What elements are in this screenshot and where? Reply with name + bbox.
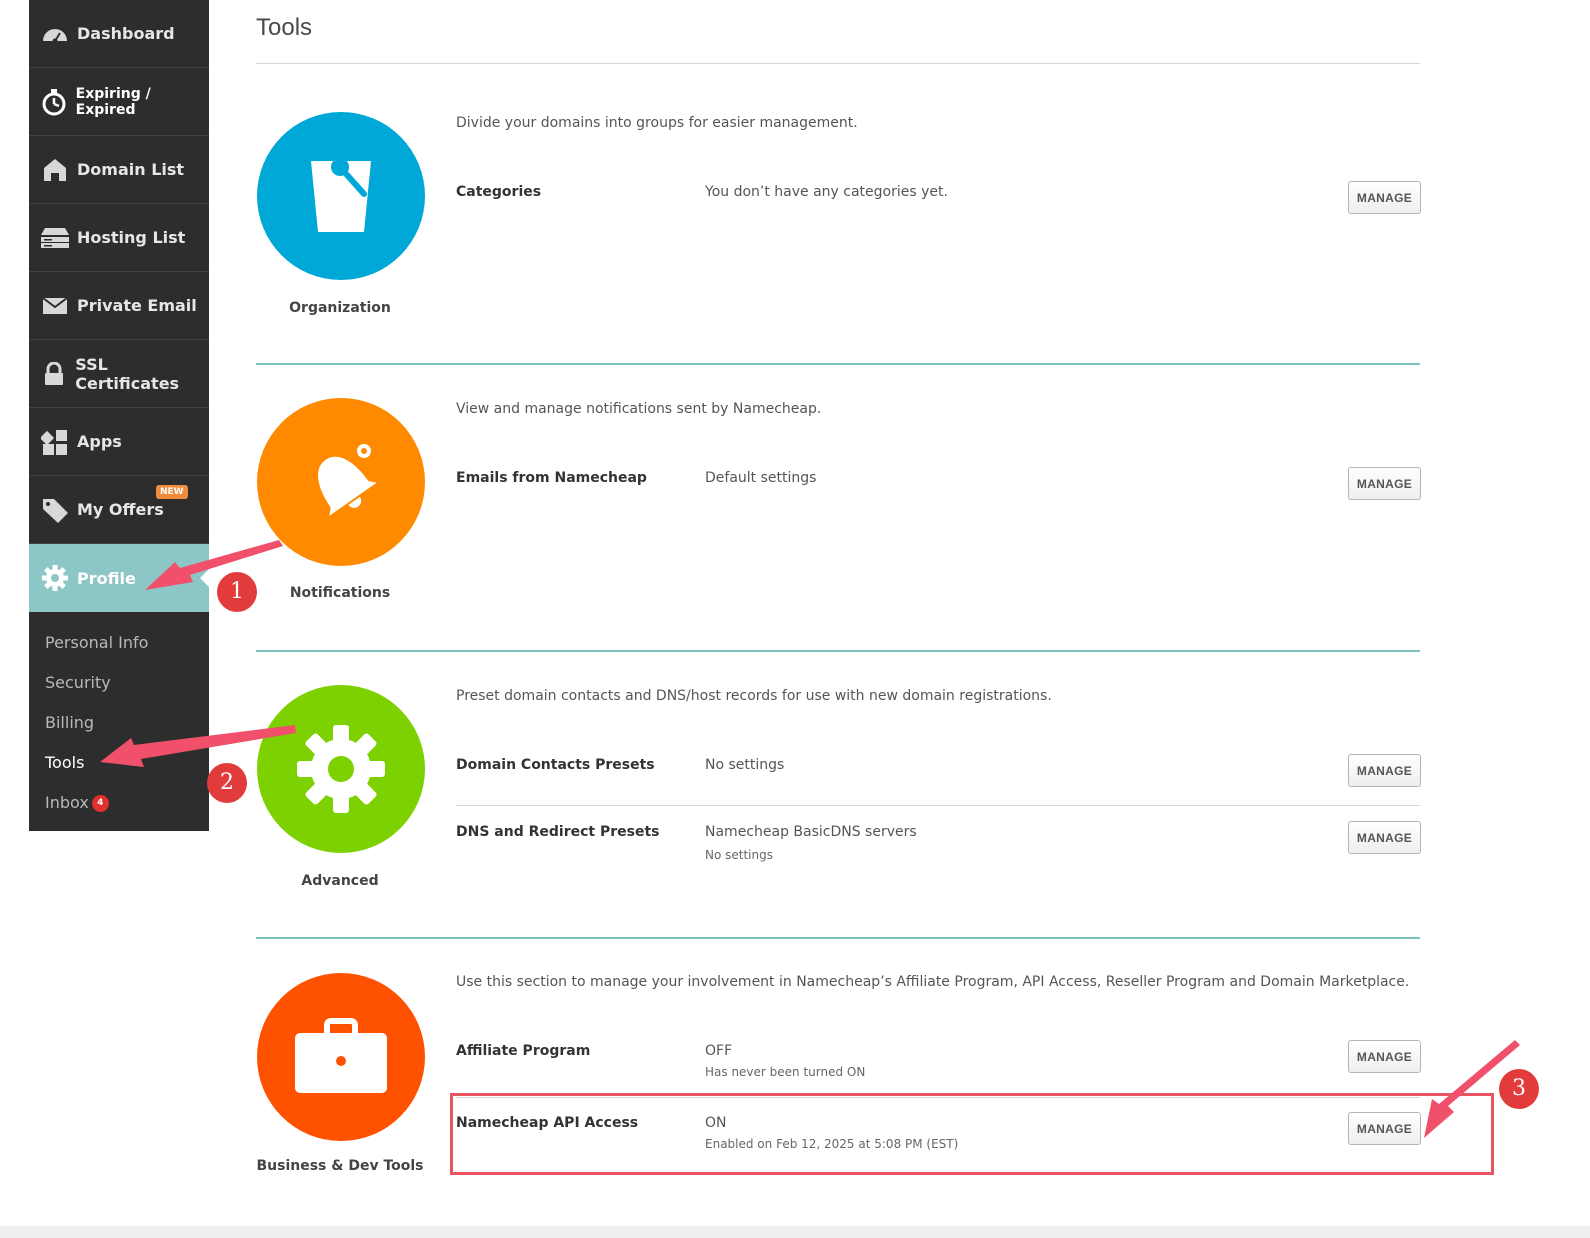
arrow-1 [145,540,283,590]
arrow-2 [100,725,296,767]
step-number-3: 3 [1499,1069,1539,1109]
bottom-scroll-bar [0,1226,1590,1238]
annotation-arrows [100,540,1520,1138]
step-number-1: 1 [217,572,257,612]
step-number-2: 2 [207,763,247,803]
